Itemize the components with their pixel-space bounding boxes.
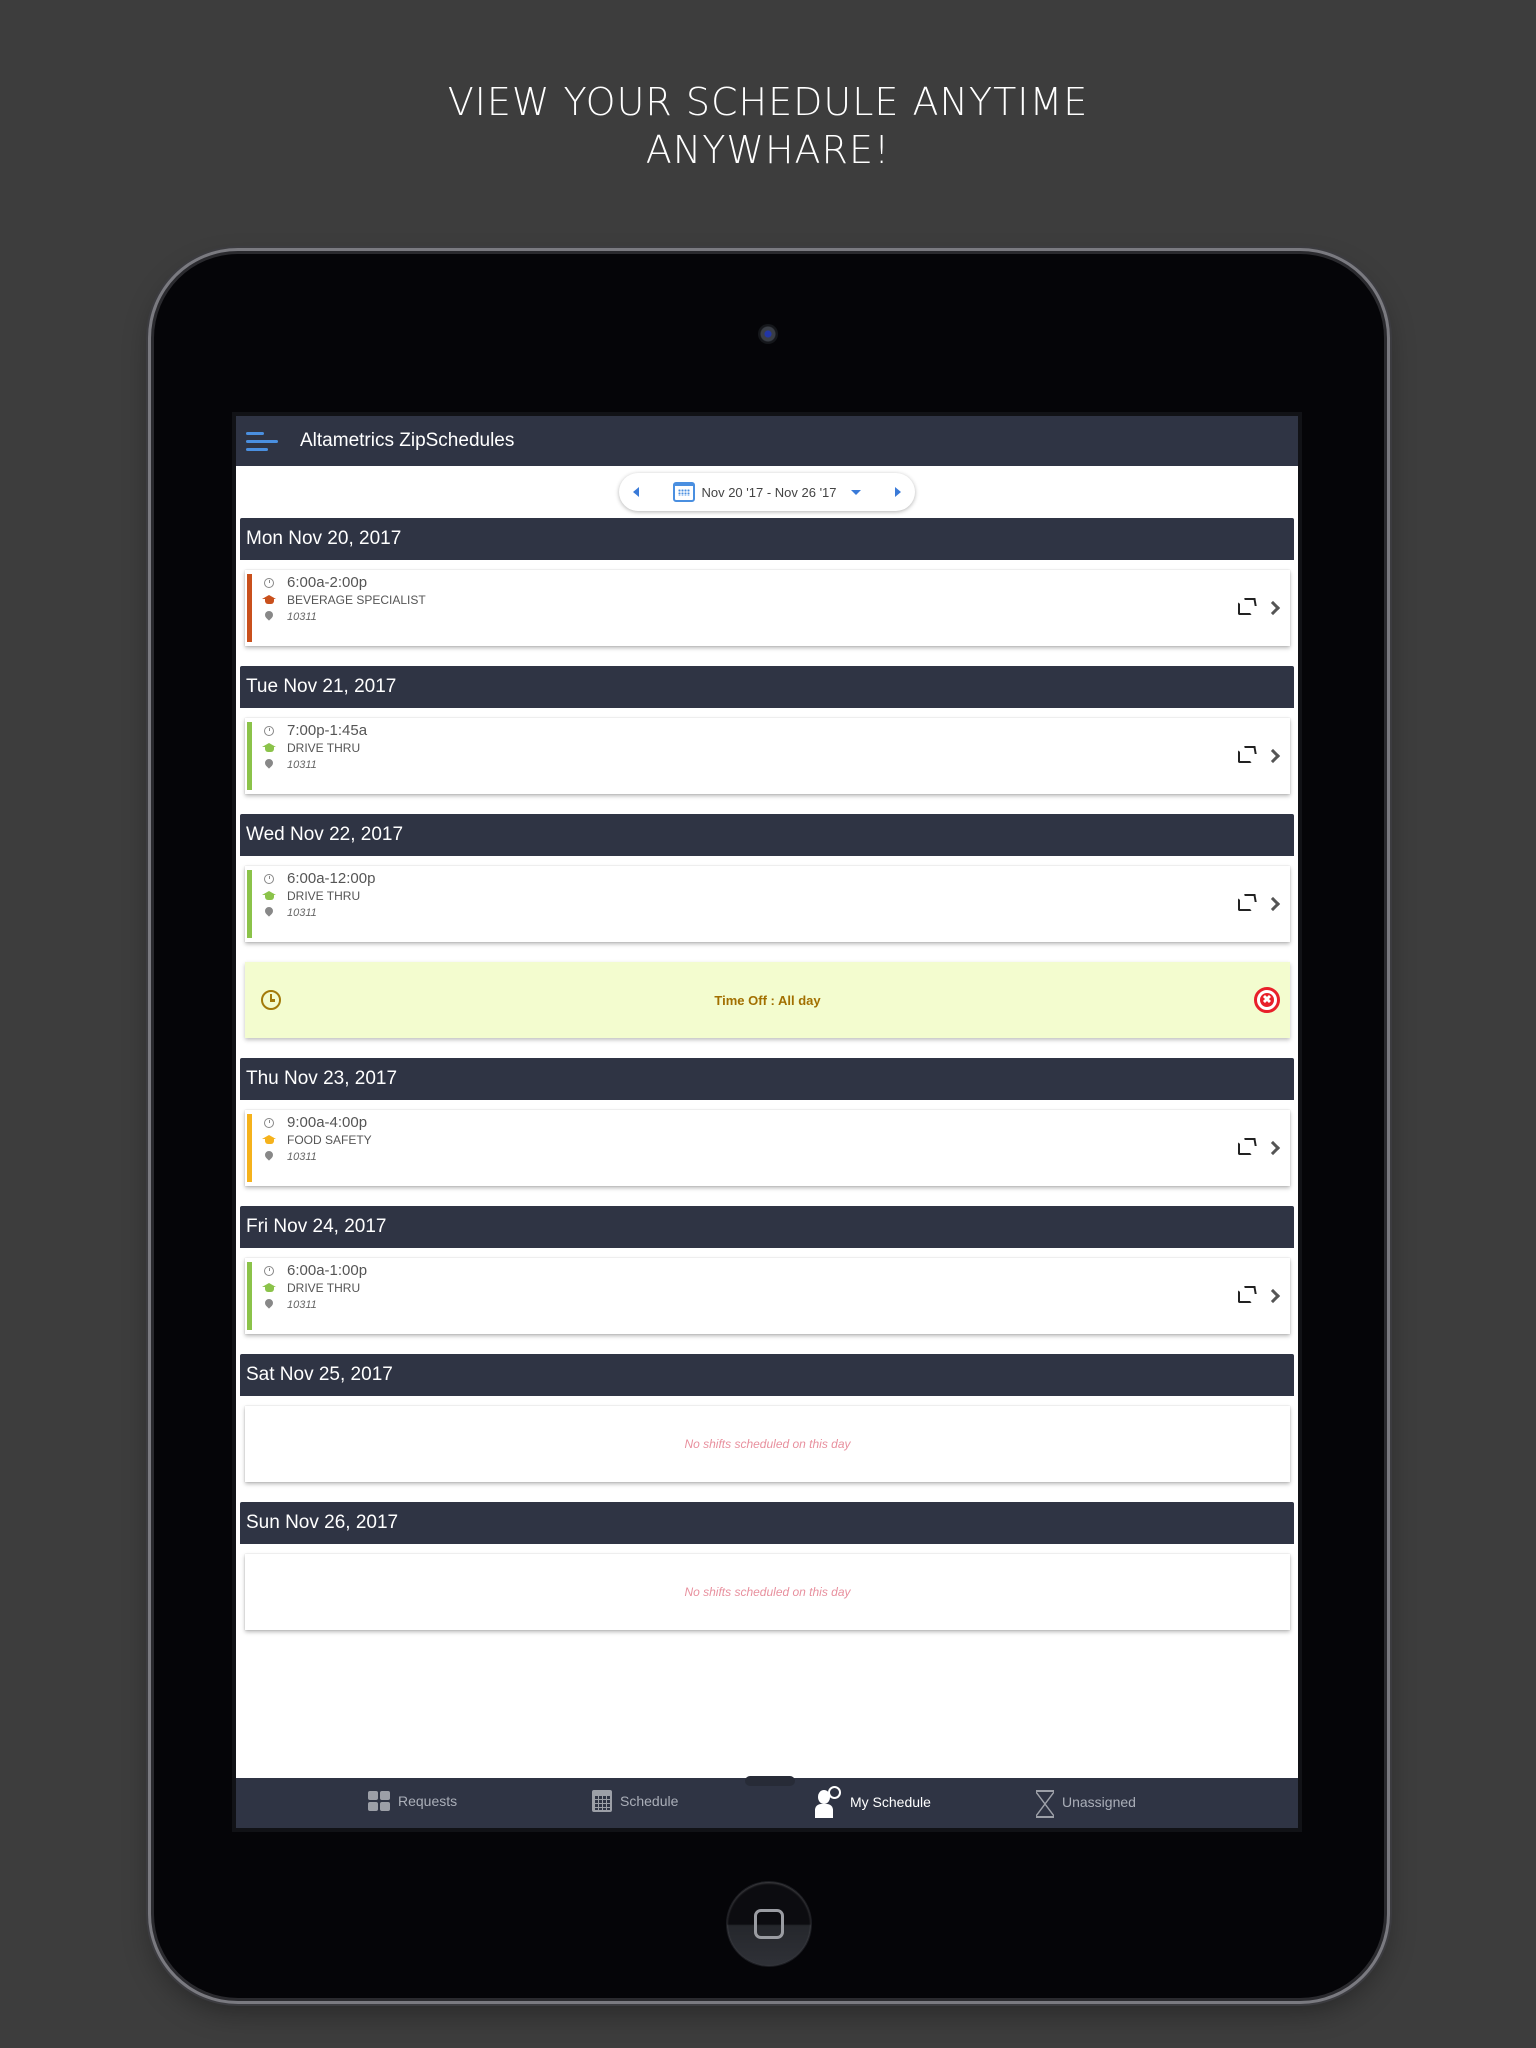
graduation-cap-icon	[261, 1134, 277, 1145]
share-icon[interactable]	[1238, 749, 1252, 763]
shift-location: 10311	[287, 610, 317, 623]
hourglass-icon	[1036, 1790, 1054, 1818]
shift-time: 6:00a-1:00p	[287, 1262, 368, 1279]
promo-headline: VIEW YOUR SCHEDULE ANYTIME ANYWHARE!	[0, 78, 1536, 174]
caret-down-icon	[850, 489, 861, 495]
clock-icon	[264, 725, 274, 736]
day-header: Fri Nov 24, 2017	[240, 1206, 1294, 1248]
shift-location: 10311	[287, 1298, 317, 1311]
bottom-tab-bar: Requests Schedule My Schedule Unassigned	[236, 1776, 1298, 1828]
share-icon[interactable]	[1238, 601, 1252, 615]
app-screen: Altametrics ZipSchedules Nov 20 '17 - No…	[232, 412, 1302, 1832]
day-list: Mon Nov 20, 2017 6:00a-2:00p BEVERAGE SPEC…	[236, 518, 1298, 1630]
tab-requests[interactable]: Requests	[368, 1791, 457, 1811]
shift-color-bar	[247, 574, 252, 642]
day-header: Tue Nov 21, 2017	[240, 666, 1294, 708]
week-navigator: Nov 20 '17 - Nov 26 '17	[619, 473, 915, 511]
empty-day-card: No shifts scheduled on this day	[245, 1554, 1290, 1630]
share-icon[interactable]	[1238, 1289, 1252, 1303]
graduation-cap-icon	[261, 890, 277, 901]
shift-color-bar	[247, 722, 252, 790]
shift-color-bar	[247, 1262, 252, 1330]
headline-line-1: VIEW YOUR SCHEDULE ANYTIME	[447, 80, 1089, 124]
location-pin-icon	[265, 611, 273, 622]
shift-card[interactable]: 6:00a-12:00p DRIVE THRU 10311	[245, 866, 1290, 942]
calendar-icon	[592, 1790, 612, 1812]
headline-line-2: ANYWHARE!	[645, 128, 891, 172]
tab-label: Requests	[398, 1793, 458, 1809]
tab-label: Unassigned	[1062, 1794, 1136, 1810]
shift-location: 10311	[287, 1150, 317, 1163]
app-header: Altametrics ZipSchedules	[236, 416, 1298, 466]
time-off-label: Time Off : All day	[714, 992, 821, 1008]
graduation-cap-icon	[261, 1282, 277, 1293]
tab-my-schedule[interactable]: My Schedule	[814, 1786, 931, 1818]
empty-day-card: No shifts scheduled on this day	[245, 1406, 1290, 1482]
tab-unassigned[interactable]: Unassigned	[1036, 1790, 1136, 1818]
location-pin-icon	[265, 759, 273, 770]
location-pin-icon	[265, 1299, 273, 1310]
grid-icon	[368, 1791, 390, 1811]
shift-time: 9:00a-4:00p	[287, 1114, 368, 1131]
shift-card[interactable]: 6:00a-1:00p DRIVE THRU 10311	[245, 1258, 1290, 1334]
shift-time: 6:00a-12:00p	[287, 870, 376, 887]
day-header: Sun Nov 26, 2017	[240, 1502, 1294, 1544]
shift-color-bar	[247, 1114, 252, 1182]
location-pin-icon	[265, 1151, 273, 1162]
week-range-dropdown[interactable]: Nov 20 '17 - Nov 26 '17	[673, 482, 861, 502]
no-shifts-message: No shifts scheduled on this day	[684, 1437, 851, 1451]
clock-icon	[261, 990, 281, 1010]
chevron-right-icon[interactable]	[1265, 748, 1281, 764]
next-week-button[interactable]	[894, 487, 901, 497]
shift-location: 10311	[287, 758, 317, 771]
shift-role: DRIVE THRU	[287, 888, 361, 903]
camera-icon	[758, 324, 778, 344]
shift-time: 6:00a-2:00p	[287, 574, 368, 591]
shift-role: DRIVE THRU	[287, 740, 361, 755]
calendar-icon	[673, 482, 696, 502]
cancel-time-off-button[interactable]: ✖	[1254, 987, 1280, 1013]
location-pin-icon	[265, 907, 273, 918]
clock-icon	[264, 1265, 274, 1276]
tab-label: Schedule	[620, 1793, 679, 1809]
chevron-right-icon[interactable]	[1265, 1140, 1281, 1156]
clock-icon	[264, 1117, 274, 1128]
time-off-card: Time Off : All day ✖	[245, 962, 1290, 1038]
tablet-frame: Altametrics ZipSchedules Nov 20 '17 - No…	[154, 254, 1384, 1998]
home-square-icon	[754, 1909, 784, 1939]
week-range-label: Nov 20 '17 - Nov 26 '17	[701, 484, 837, 500]
graduation-cap-icon	[261, 742, 277, 753]
tab-schedule[interactable]: Schedule	[592, 1790, 678, 1812]
shift-color-bar	[247, 870, 252, 938]
clock-icon	[264, 577, 274, 588]
shift-card[interactable]: 9:00a-4:00p FOOD SAFETY 10311	[245, 1110, 1290, 1186]
share-icon[interactable]	[1238, 897, 1252, 911]
clock-icon	[264, 873, 274, 884]
shift-time: 7:00p-1:45a	[287, 722, 368, 739]
shift-role: BEVERAGE SPECIALIST	[287, 592, 426, 607]
day-header: Sat Nov 25, 2017	[240, 1354, 1294, 1396]
previous-week-button[interactable]	[633, 487, 639, 497]
share-icon[interactable]	[1238, 1141, 1252, 1155]
app-title: Altametrics ZipSchedules	[300, 430, 515, 451]
shift-role: FOOD SAFETY	[287, 1132, 372, 1147]
shift-location: 10311	[287, 906, 317, 919]
hamburger-menu-icon[interactable]	[246, 429, 278, 453]
person-clock-icon	[814, 1786, 842, 1818]
tab-label: My Schedule	[850, 1794, 931, 1810]
shift-card[interactable]: 7:00p-1:45a DRIVE THRU 10311	[245, 718, 1290, 794]
shift-card[interactable]: 6:00a-2:00p BEVERAGE SPECIALIST 10311	[245, 570, 1290, 646]
shift-role: DRIVE THRU	[287, 1280, 361, 1295]
chevron-right-icon[interactable]	[1265, 896, 1281, 912]
graduation-cap-icon	[261, 594, 277, 605]
day-header: Wed Nov 22, 2017	[240, 814, 1294, 856]
no-shifts-message: No shifts scheduled on this day	[684, 1585, 851, 1599]
drag-handle[interactable]	[745, 1776, 795, 1786]
day-header: Thu Nov 23, 2017	[240, 1058, 1294, 1100]
chevron-right-icon[interactable]	[1265, 600, 1281, 616]
home-button[interactable]	[727, 1882, 811, 1966]
chevron-right-icon[interactable]	[1265, 1288, 1281, 1304]
day-header: Mon Nov 20, 2017	[240, 518, 1294, 560]
